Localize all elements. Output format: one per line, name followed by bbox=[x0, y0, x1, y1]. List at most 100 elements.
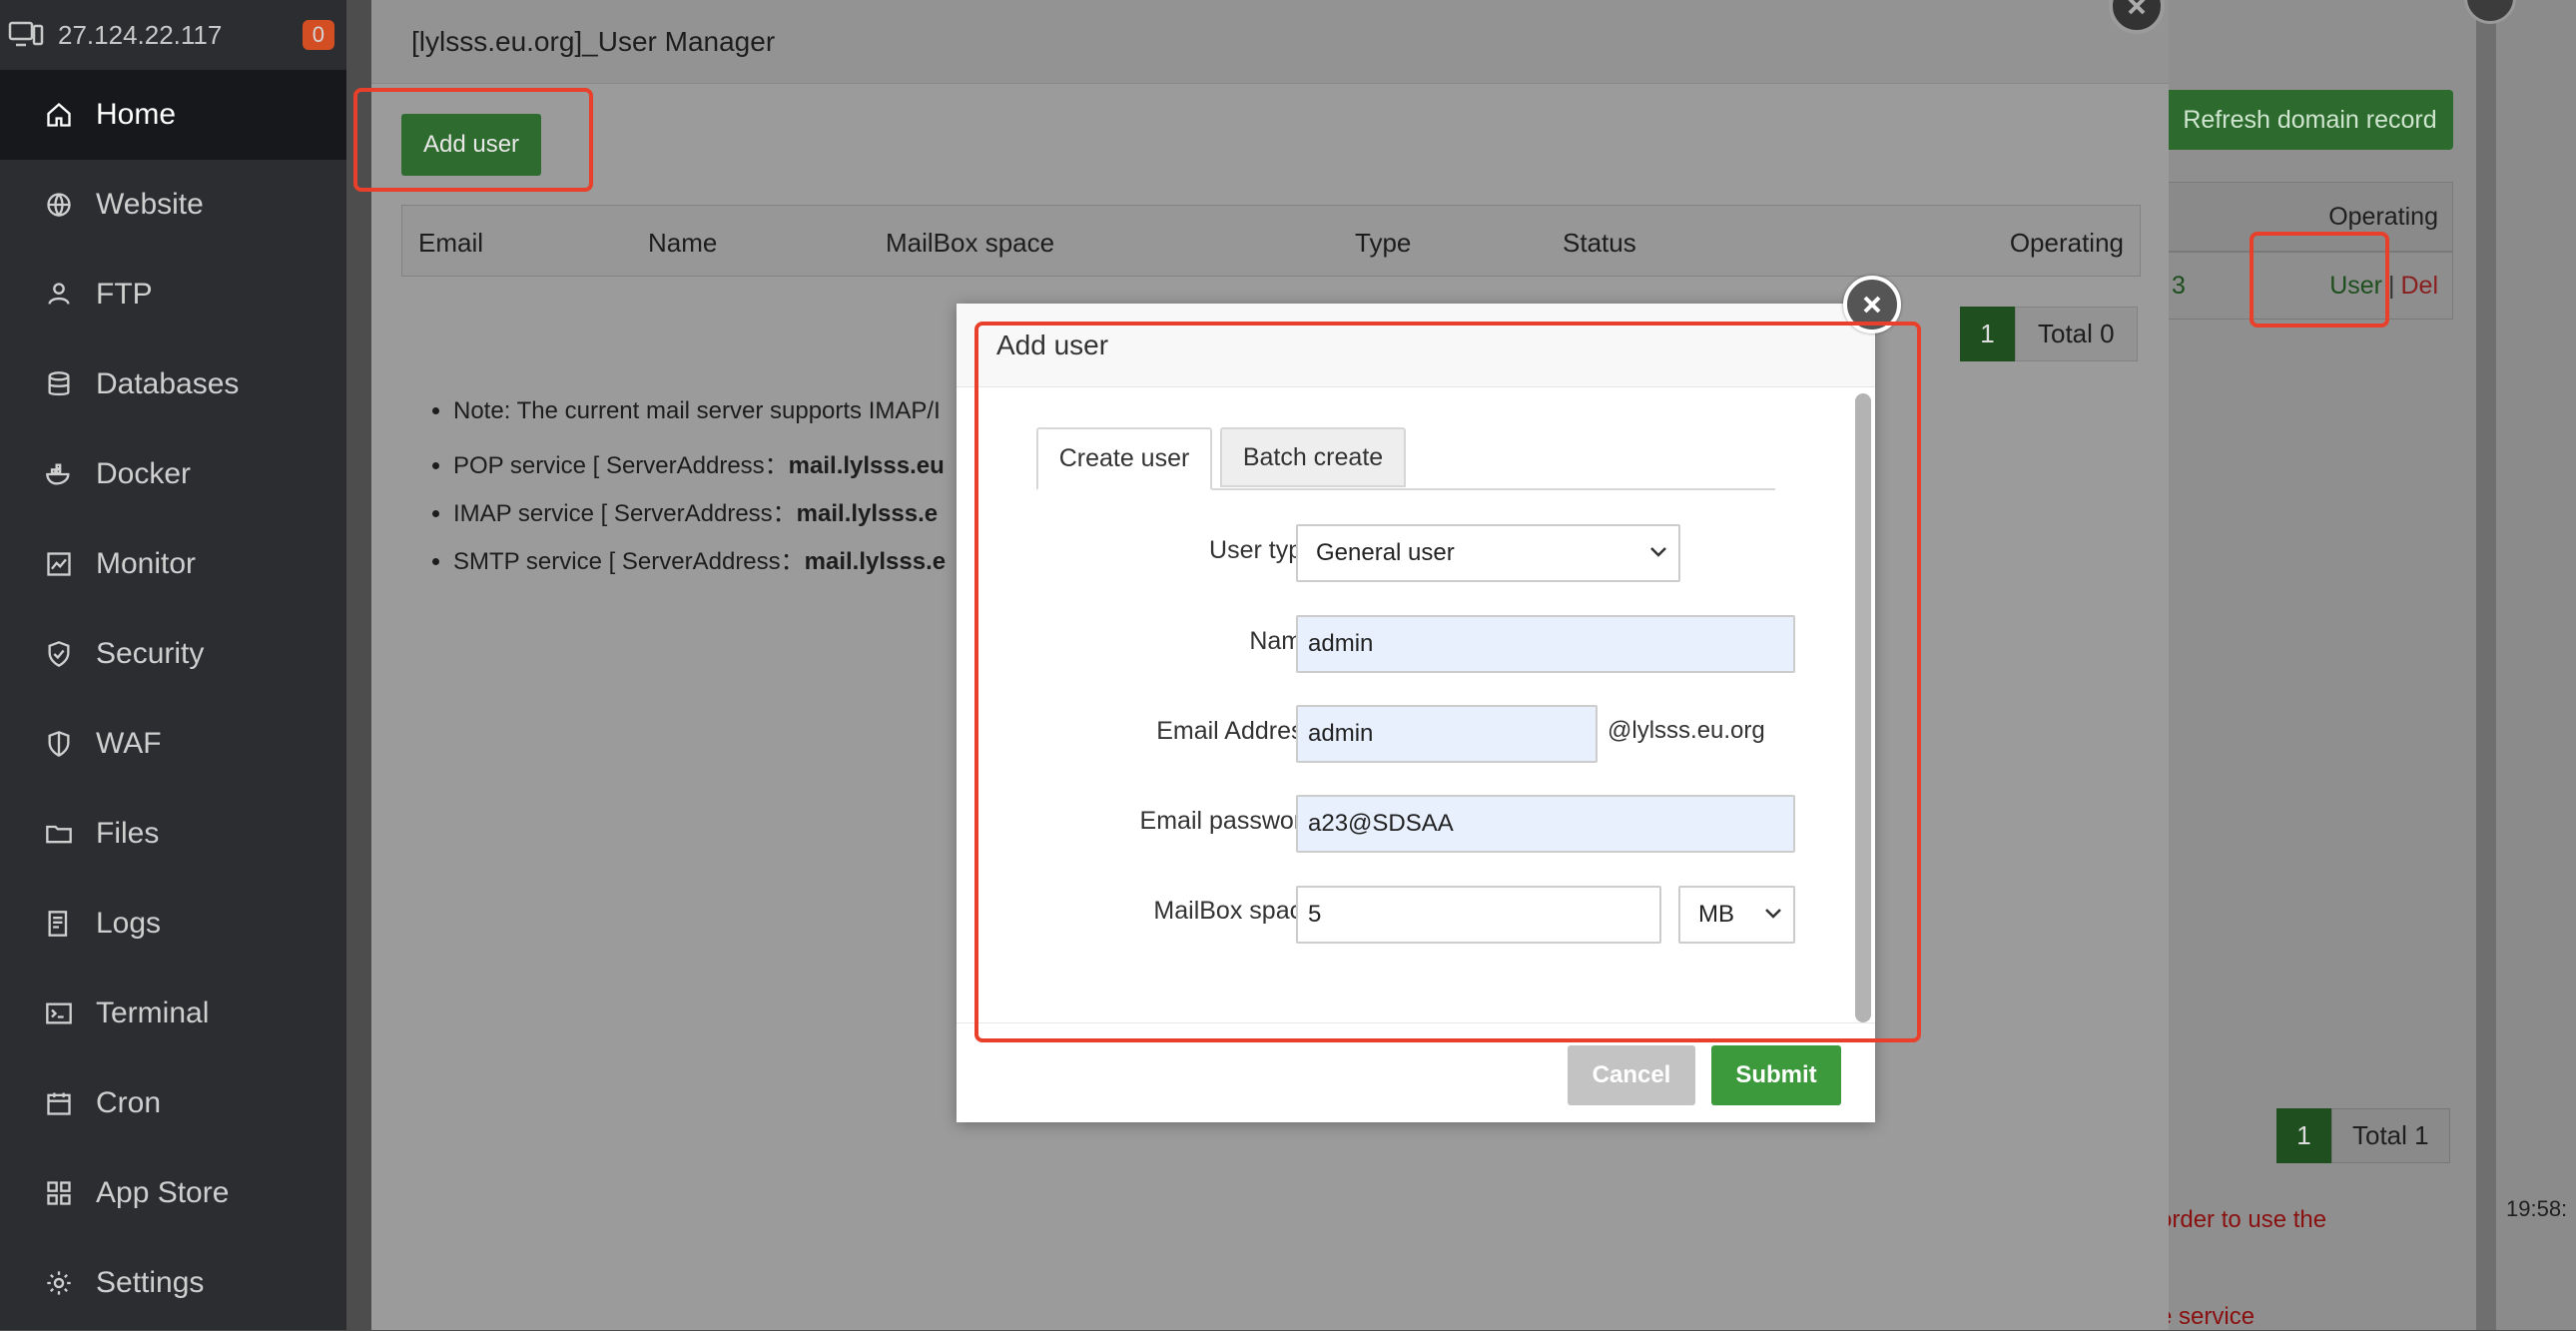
dialog-scrollbar[interactable] bbox=[1855, 393, 1871, 1022]
background-pagination: 1 Total 1 bbox=[2276, 1108, 2450, 1163]
sidebar-item-monitor[interactable]: Monitor bbox=[0, 519, 346, 609]
name-input[interactable]: admin bbox=[1296, 615, 1795, 673]
sidebar-item-website[interactable]: Website bbox=[0, 160, 346, 250]
chart-time-label: 19:58: bbox=[2506, 1196, 2568, 1221]
sidebar-item-home[interactable]: Home bbox=[0, 70, 346, 160]
waf-shield-icon bbox=[44, 729, 74, 759]
warning-text-2: e service bbox=[2159, 1303, 2255, 1330]
sidebar-item-databases[interactable]: Databases bbox=[0, 339, 346, 429]
operating-column-header: Operating bbox=[2328, 202, 2438, 231]
column-name: Name bbox=[648, 228, 718, 258]
sidebar-item-ftp[interactable]: FTP bbox=[0, 250, 346, 339]
dialog-body: Create user Batch create User type Gener… bbox=[957, 387, 1875, 1022]
add-user-button[interactable]: Add user bbox=[401, 114, 541, 176]
link-separator: | bbox=[2387, 271, 2395, 300]
refresh-domain-record-button[interactable]: Refresh domain record bbox=[2167, 90, 2453, 150]
ftp-icon bbox=[44, 280, 74, 310]
page-current[interactable]: 1 bbox=[2276, 1108, 2331, 1163]
sidebar-item-label: App Store bbox=[96, 1176, 230, 1209]
email-address-input[interactable]: admin bbox=[1296, 705, 1598, 763]
column-type: Type bbox=[1355, 228, 1412, 258]
column-status: Status bbox=[1563, 228, 1636, 258]
page-total: Total 0 bbox=[2015, 307, 2138, 361]
sidebar-item-label: WAF bbox=[96, 727, 162, 760]
dialog-close-icon[interactable] bbox=[1843, 276, 1901, 333]
user-table-header: Email Name MailBox space Type Status Ope… bbox=[401, 205, 2141, 277]
page-total: Total 1 bbox=[2331, 1108, 2450, 1163]
column-operating: Operating bbox=[2009, 228, 2124, 258]
warning-text: order to use the bbox=[2159, 1206, 2327, 1233]
monitor-icon bbox=[44, 549, 74, 579]
tab-batch-create[interactable]: Batch create bbox=[1220, 427, 1406, 487]
dialog-footer: Cancel Submit bbox=[957, 1022, 1875, 1122]
cancel-button[interactable]: Cancel bbox=[1568, 1045, 1695, 1105]
user-type-select[interactable]: General user bbox=[1296, 524, 1680, 582]
database-icon bbox=[44, 369, 74, 399]
sidebar-item-label: FTP bbox=[96, 278, 153, 311]
user-pagination: 1 Total 0 bbox=[1960, 307, 2138, 361]
sidebar-item-files[interactable]: Files bbox=[0, 789, 346, 879]
user-manager-title: [lylsss.eu.org]_User Manager bbox=[371, 0, 2169, 84]
terminal-icon bbox=[44, 998, 74, 1028]
notification-badge[interactable]: 0 bbox=[302, 20, 334, 50]
globe-icon bbox=[44, 190, 74, 220]
sidebar-item-label: Security bbox=[96, 637, 205, 670]
email-domain-suffix: @lylsss.eu.org bbox=[1608, 717, 1765, 744]
tab-bar: Create user Batch create bbox=[1036, 427, 1775, 490]
folder-icon bbox=[44, 819, 74, 849]
sidebar-item-waf[interactable]: WAF bbox=[0, 699, 346, 789]
dialog-title: Add user bbox=[957, 304, 1875, 387]
server-monitor-icon bbox=[8, 21, 44, 47]
docker-icon bbox=[44, 459, 74, 489]
sidebar: 27.124.22.117 0 Home Website FTP Databas… bbox=[0, 0, 346, 1330]
sidebar-item-label: Files bbox=[96, 817, 160, 850]
sidebar-item-label: Cron bbox=[96, 1086, 162, 1119]
email-password-label: Email password bbox=[1139, 807, 1316, 835]
email-password-input[interactable]: a23@SDSAA bbox=[1296, 795, 1795, 853]
background-table-header: Operating bbox=[2167, 182, 2453, 252]
sidebar-item-label: Logs bbox=[96, 907, 162, 940]
sidebar-item-label: Settings bbox=[96, 1266, 205, 1299]
sidebar-item-docker[interactable]: Docker bbox=[0, 429, 346, 519]
email-address-label: Email Address bbox=[1156, 717, 1316, 745]
grid-icon bbox=[44, 1178, 74, 1208]
chevron-down-icon bbox=[1650, 547, 1666, 557]
gear-icon bbox=[44, 1268, 74, 1298]
sidebar-item-label: Databases bbox=[96, 367, 240, 400]
sidebar-item-terminal[interactable]: Terminal bbox=[0, 969, 346, 1058]
service-notes: Note: The current mail server supports I… bbox=[431, 397, 946, 589]
sidebar-item-label: Website bbox=[96, 188, 204, 221]
logs-icon bbox=[44, 909, 74, 939]
server-ip: 27.124.22.117 bbox=[58, 19, 223, 50]
mailbox-unit-select[interactable]: MB bbox=[1678, 886, 1795, 944]
sidebar-item-label: Terminal bbox=[96, 997, 210, 1029]
sidebar-item-settings[interactable]: Settings bbox=[0, 1238, 346, 1328]
note-item: IMAP service [ ServerAddress：mail.lylsss… bbox=[453, 493, 946, 541]
sidebar-item-security[interactable]: Security bbox=[0, 609, 346, 699]
row-count-link[interactable]: 3 bbox=[2172, 272, 2186, 301]
add-user-dialog: Add user Create user Batch create User t… bbox=[957, 276, 1901, 1122]
submit-button[interactable]: Submit bbox=[1711, 1045, 1841, 1105]
sidebar-item-label: Monitor bbox=[96, 547, 197, 580]
sidebar-item-app-store[interactable]: App Store bbox=[0, 1148, 346, 1238]
server-header: 27.124.22.117 0 bbox=[0, 0, 346, 70]
background-table-row: 3 User | Del bbox=[2167, 252, 2453, 320]
tab-create-user[interactable]: Create user bbox=[1036, 427, 1212, 490]
note-item: Note: The current mail server supports I… bbox=[453, 397, 946, 445]
chevron-down-icon bbox=[1765, 909, 1781, 919]
note-item: POP service [ ServerAddress：mail.lylsss.… bbox=[453, 445, 946, 493]
sidebar-item-cron[interactable]: Cron bbox=[0, 1058, 346, 1148]
page-current[interactable]: 1 bbox=[1960, 307, 2015, 361]
background-scrollbar bbox=[2476, 0, 2496, 1330]
name-label: Name bbox=[1249, 627, 1316, 655]
column-mailbox-space: MailBox space bbox=[886, 228, 1055, 258]
note-item: SMTP service [ ServerAddress：mail.lylsss… bbox=[453, 541, 946, 589]
calendar-icon bbox=[44, 1088, 74, 1118]
sidebar-item-logs[interactable]: Logs bbox=[0, 879, 346, 969]
sidebar-item-label: Home bbox=[96, 98, 177, 131]
user-link[interactable]: User bbox=[2329, 272, 2382, 301]
home-icon bbox=[44, 100, 74, 130]
user-type-label: User type bbox=[1209, 536, 1316, 564]
mailbox-space-input[interactable]: 5 bbox=[1296, 886, 1661, 944]
del-link[interactable]: Del bbox=[2400, 272, 2438, 301]
